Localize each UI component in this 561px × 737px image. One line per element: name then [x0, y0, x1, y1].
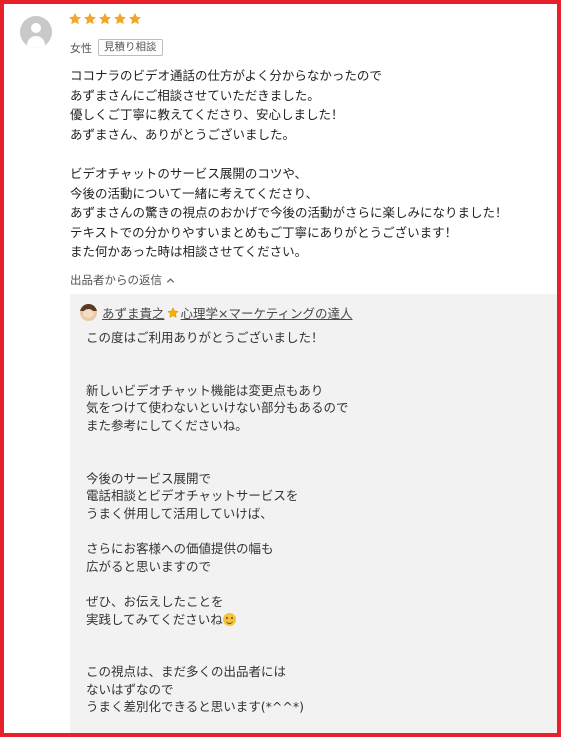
seller-reply-text: この度はご利用ありがとうございました！ 新しいビデオチャット機能は変更点もあり … — [86, 329, 546, 716]
reply-line: うまく併用して活用していけば、 — [86, 505, 273, 521]
reply-line: 実践してみてくださいね — [86, 611, 223, 627]
reply-line: また参考にしてくださいね。 — [86, 417, 248, 433]
reviewer-gender: 女性 — [70, 41, 92, 55]
star-icon — [113, 12, 127, 25]
star-icon — [98, 12, 112, 25]
reply-line: うまく差別化できると思います(*^^*) — [86, 699, 304, 715]
review-line: あずまさん、ありがとうございました。 — [70, 126, 296, 142]
reply-line: 気をつけて使わないといけない部分もあるので — [86, 400, 349, 416]
review-line: あずまさんの驚きの視点のおかげで今後の活動がさらに楽しみになりました！ — [70, 205, 508, 221]
review-line: テキストでの分かりやすいまとめもご丁寧にありがとうございます！ — [70, 224, 458, 240]
smile-emoji-icon — [222, 612, 236, 626]
star-icon — [68, 12, 82, 25]
seller-row: あずま貴之 心理学×マーケティングの達人 — [80, 303, 353, 322]
reply-line-with-emoji: 実践してみてくださいね — [86, 611, 546, 629]
review-card: 女性 見積り相談 ココナラのビデオ通話の仕方がよく分からなかったので あずまさん… — [0, 0, 561, 737]
reply-line: この視点は、まだ多くの出品者には — [86, 664, 287, 680]
review-line: 今後の活動について一緒に考えてくださり、 — [70, 185, 319, 201]
review-text: ココナラのビデオ通話の仕方がよく分からなかったので あずまさんにご相談させていた… — [70, 66, 540, 262]
reply-line: 新しいビデオチャット機能は変更点もあり — [86, 382, 324, 398]
seller-name-link[interactable]: あずま貴之 — [102, 303, 165, 322]
review-line: ココナラのビデオ通話の仕方がよく分からなかったので — [70, 68, 382, 83]
user-avatar-icon — [20, 16, 52, 48]
reply-line: 電話相談とビデオチャットサービスを — [86, 488, 299, 504]
reply-line: 今後のサービス展開で — [86, 470, 212, 486]
reviewer-meta: 女性 見積り相談 — [70, 39, 163, 56]
star-icon — [166, 306, 179, 318]
star-icon — [83, 12, 97, 25]
rating-stars — [68, 12, 142, 26]
reply-line: さらにお客様への価値提供の幅も — [86, 541, 274, 557]
seller-title-link[interactable]: 心理学×マーケティングの達人 — [181, 303, 353, 322]
seller-reply-box: あずま貴之 心理学×マーケティングの達人 この度はご利用ありがとうございました！… — [70, 294, 557, 733]
reply-line: この度はご利用ありがとうございました！ — [86, 330, 324, 345]
seller-reply-toggle-label: 出品者からの返信 — [70, 273, 162, 287]
seller-reply-toggle[interactable]: 出品者からの返信 — [70, 272, 175, 288]
review-line: あずまさんにご相談させていただきました。 — [70, 87, 320, 103]
seller-avatar-icon — [80, 304, 97, 321]
chevron-up-icon — [166, 277, 175, 283]
reply-line: ないはずなので — [86, 681, 174, 697]
service-type-badge: 見積り相談 — [98, 39, 163, 56]
review-line: ビデオチャットのサービス展開のコツや、 — [70, 165, 308, 181]
reply-line: 広がると思いますので — [86, 558, 212, 574]
star-icon — [128, 12, 142, 25]
reply-line: ぜひ、お伝えしたことを — [86, 593, 224, 609]
review-line: 優しくご丁寧に教えてくださり、安心しました！ — [70, 107, 344, 123]
review-line: また何かあった時は相談させてください。 — [70, 244, 308, 260]
